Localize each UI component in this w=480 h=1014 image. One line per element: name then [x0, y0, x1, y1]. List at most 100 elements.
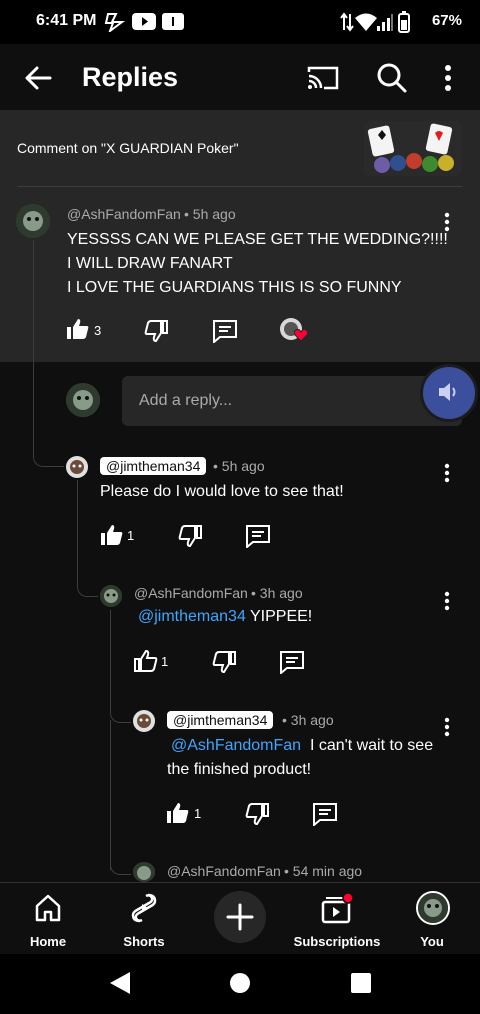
comment-context-label: Comment on "X GUARDIAN Poker"	[17, 140, 239, 156]
like-count: 1	[161, 654, 169, 669]
avatar-image	[133, 710, 155, 732]
like-filled-icon[interactable]	[166, 802, 190, 824]
page-title: Replies	[82, 62, 179, 92]
like-count: 1	[127, 528, 135, 543]
reply-icon[interactable]	[245, 524, 271, 548]
nav-shorts[interactable]: Shorts	[112, 891, 176, 949]
thread-line	[110, 720, 111, 870]
mention-link[interactable]: @jimtheman34	[138, 608, 246, 625]
more-options-icon[interactable]	[444, 463, 450, 483]
nav-subscriptions[interactable]: Subscriptions	[288, 891, 386, 949]
avatar[interactable]	[100, 585, 122, 607]
nav-home[interactable]: Home	[16, 891, 80, 949]
nav-shorts-label: Shorts	[123, 934, 165, 949]
comment-author[interactable]: @AshFandomFan	[167, 863, 281, 879]
reply-input[interactable]: Add a reply...	[122, 376, 462, 426]
nav-you-label: You	[420, 934, 444, 949]
like-count: 1	[194, 806, 202, 821]
comment-text-body: YIPPEE!	[245, 608, 313, 625]
header-divider	[17, 186, 463, 187]
reply-placeholder: Add a reply...	[139, 392, 233, 409]
battery-icon	[398, 11, 410, 33]
avatar-image	[418, 893, 448, 923]
comment-text: @AshFandomFan I can't wait to see	[171, 734, 451, 758]
thread-connector	[110, 700, 131, 723]
back-arrow-icon[interactable]	[24, 64, 52, 92]
thread-connector	[33, 430, 64, 467]
avatar[interactable]	[66, 456, 88, 478]
more-options-icon[interactable]	[444, 64, 452, 92]
message-notification-icon	[162, 13, 184, 30]
reply-icon[interactable]	[212, 319, 238, 343]
comment-line: YESSSS CAN WE PLEASE GET THE WEDDING?!!!…	[67, 231, 448, 248]
like-icon[interactable]	[134, 650, 158, 672]
comment-text-line2: the finished product!	[167, 761, 312, 778]
floating-audio-button[interactable]	[420, 364, 478, 422]
mention-link[interactable]: @AshFandomFan	[171, 737, 301, 754]
comment-line: I LOVE THE GUARDIANS THIS IS SO FUNNY	[67, 279, 402, 296]
author-chip[interactable]: @jimtheman34	[100, 457, 207, 475]
home-icon	[35, 894, 61, 922]
system-navigation	[0, 954, 480, 1014]
nav-home-label: Home	[29, 934, 67, 949]
you-avatar	[416, 891, 450, 925]
thumbnail-image	[364, 121, 462, 176]
like-filled-icon[interactable]	[66, 318, 90, 340]
avatar-image	[100, 585, 122, 607]
more-options-icon[interactable]	[444, 591, 450, 611]
comment-time: • 3h ago	[282, 712, 334, 728]
comment-time: • 5h ago	[213, 458, 265, 474]
system-back-icon[interactable]	[108, 970, 132, 996]
thread-line	[110, 610, 111, 710]
avatar-image	[66, 456, 88, 478]
avatar-image	[133, 862, 155, 882]
comment-text: Please do I would love to see that!	[100, 483, 344, 500]
comment-time: • 54 min ago	[284, 863, 363, 879]
bottom-navigation: Home Shorts Subscriptions You	[0, 882, 480, 955]
youtube-notification-icon	[132, 13, 156, 30]
data-arrows-icon	[340, 12, 354, 32]
system-recents-icon[interactable]	[350, 972, 372, 994]
thread-connector	[110, 852, 131, 875]
comment-time: • 3h ago	[251, 585, 303, 601]
subscriptions-icon	[321, 893, 354, 924]
status-time: 6:41 PM	[36, 12, 97, 29]
battery-percent: 67%	[431, 12, 462, 29]
app-notification-icon	[104, 13, 125, 32]
my-avatar	[66, 383, 100, 417]
reply-icon[interactable]	[279, 650, 305, 674]
avatar[interactable]	[16, 204, 50, 238]
speaker-icon	[439, 383, 456, 401]
signal-icon	[377, 14, 393, 31]
dislike-icon[interactable]	[212, 651, 236, 673]
comment-author[interactable]: @AshFandomFan	[67, 206, 181, 222]
avatar[interactable]	[133, 710, 155, 732]
comment-author[interactable]: @AshFandomFan	[134, 585, 248, 601]
avatar[interactable]	[133, 862, 155, 882]
thread-line	[33, 240, 34, 446]
reply-icon[interactable]	[312, 802, 338, 826]
dislike-icon[interactable]	[144, 320, 168, 342]
author-chip[interactable]: @jimtheman34	[167, 711, 274, 729]
cast-icon[interactable]	[306, 64, 340, 92]
dislike-icon[interactable]	[245, 803, 269, 825]
app-bar: Replies	[0, 44, 480, 110]
create-button[interactable]	[214, 891, 266, 943]
like-filled-icon[interactable]	[100, 524, 124, 546]
comment-text: YESSSS CAN WE PLEASE GET THE WEDDING?!!!…	[67, 228, 448, 300]
comment-text: @jimtheman34 YIPPEE!	[138, 605, 312, 629]
heart-icon	[294, 328, 308, 342]
dislike-icon[interactable]	[178, 525, 202, 547]
video-thumbnail[interactable]	[364, 121, 462, 176]
avatar-image	[16, 204, 50, 238]
nav-you[interactable]: You	[400, 891, 464, 949]
thread-connector	[77, 572, 98, 597]
nav-subscriptions-label: Subscriptions	[293, 934, 381, 949]
comment-time: • 5h ago	[184, 206, 236, 222]
search-icon[interactable]	[376, 62, 408, 94]
system-home-icon[interactable]	[229, 972, 251, 994]
like-count: 3	[94, 323, 102, 338]
wifi-icon	[355, 13, 377, 31]
shorts-icon	[131, 893, 157, 923]
comment-line: I WILL DRAW FANART	[67, 255, 233, 272]
